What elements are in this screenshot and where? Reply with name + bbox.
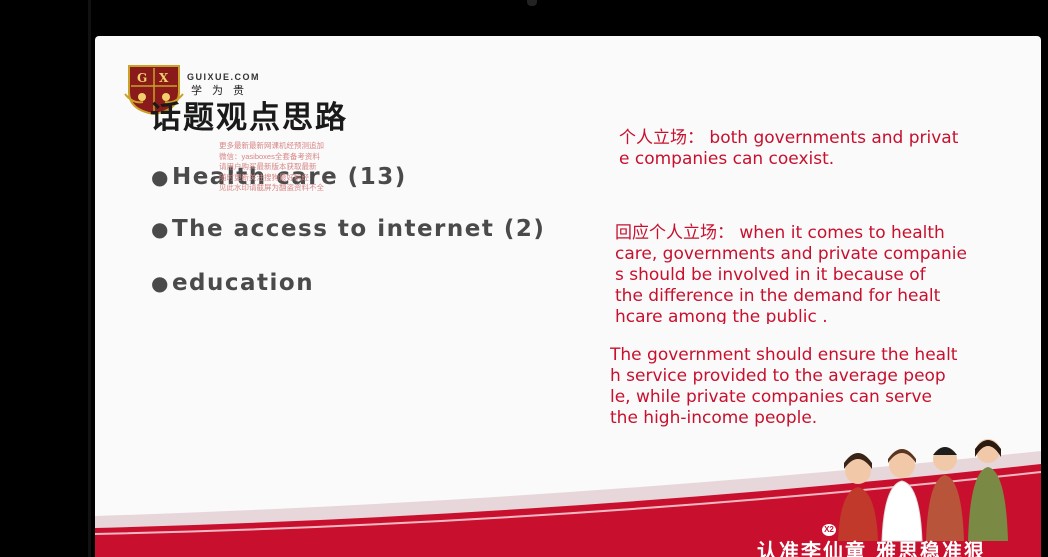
note-line: care, governments and private companie bbox=[615, 244, 967, 264]
bullet-dot: ● bbox=[151, 271, 170, 295]
bullet-item: ●The access to internet (2) bbox=[151, 216, 545, 242]
response-stance-note: 回应个人立场： when it comes to health care, go… bbox=[615, 223, 1015, 324]
note-line: The government should ensure the healt bbox=[610, 345, 958, 365]
svg-text:G: G bbox=[137, 71, 147, 85]
left-black-strip bbox=[0, 0, 95, 557]
watermark-text: 更多最新最新网课机经预测追加 微信：yasiboxes全套备考资料 请用户购买最… bbox=[219, 141, 349, 194]
notch bbox=[527, 0, 537, 6]
note-line: h service provided to the average peop bbox=[610, 366, 946, 386]
note-line: the difference in the demand for healt bbox=[615, 286, 941, 306]
presenters-photo bbox=[838, 439, 1008, 542]
watermark-line: 见此水印请截屏为翻盗资料不全 bbox=[219, 183, 324, 192]
note-line: the high-income people. bbox=[610, 408, 818, 427]
bullet-item: ●education bbox=[151, 270, 314, 296]
watermark-line: 请用户购买最新版本获取最新 bbox=[219, 162, 317, 171]
top-black-bar bbox=[0, 0, 1048, 36]
note-line: e companies can coexist. bbox=[619, 149, 835, 169]
watermark-line: 微信：yasiboxes全套备考资料 bbox=[219, 151, 320, 161]
note-line: le, while private companies can serve bbox=[610, 387, 932, 407]
divider bbox=[88, 0, 91, 557]
note-line: s should be involved in it because of bbox=[615, 265, 926, 285]
watermark-line: 随时更新关注搜狗最好机经 bbox=[219, 172, 309, 182]
note-line: 个人立场： both governments and privat bbox=[619, 128, 959, 148]
bullet-text: The access to internet (2) bbox=[171, 216, 546, 242]
slide-title: 话题观点思路 bbox=[150, 100, 348, 136]
brand-url: GUIXUE.COM bbox=[187, 72, 261, 82]
government-role-note: The government should ensure the healt h… bbox=[610, 345, 1010, 427]
watermark-line: 更多最新最新网课机经预测追加 bbox=[219, 141, 324, 150]
personal-stance-note: 个人立场： both governments and privat e comp… bbox=[619, 128, 1019, 170]
note-line: hcare among the public . bbox=[615, 307, 828, 324]
bullet-dot: ● bbox=[151, 165, 170, 189]
bullet-dot: ● bbox=[151, 217, 170, 241]
banner-slogan: 认准李仙童 雅思稳准狠 bbox=[757, 539, 986, 557]
note-line: 回应个人立场： when it comes to health bbox=[615, 223, 945, 243]
bullet-text: education bbox=[171, 270, 315, 296]
svg-text:X: X bbox=[159, 71, 169, 85]
presentation-slide: G X GUIXUE.COM 学为贵 话题观点思路 ●Health care (… bbox=[95, 36, 1041, 557]
